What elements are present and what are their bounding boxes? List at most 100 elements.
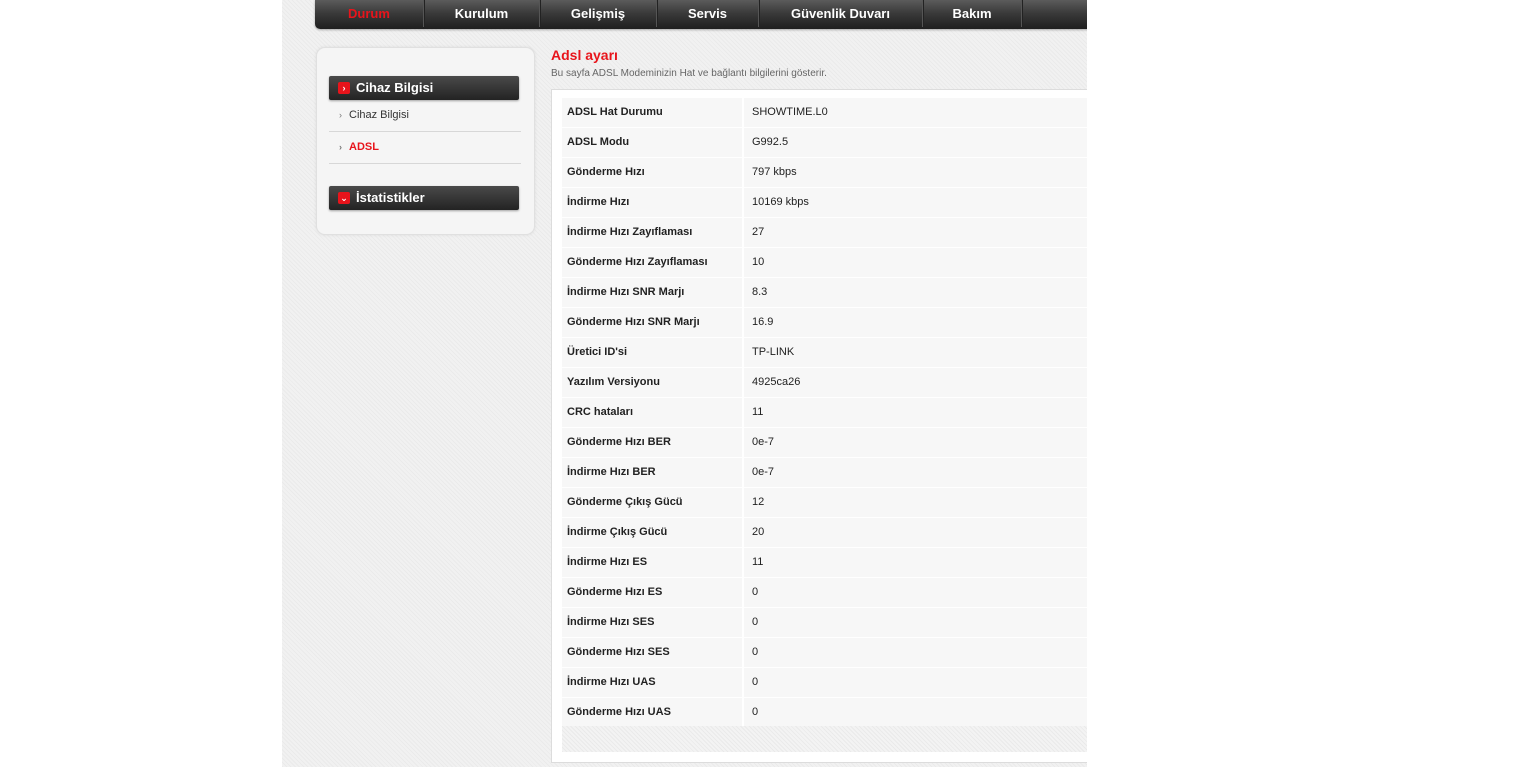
row-value: TP-LINK bbox=[752, 346, 795, 358]
sidebar-item-adsl[interactable]: › ADSL bbox=[329, 132, 521, 163]
row-label: Gönderme Hızı BER bbox=[567, 436, 671, 448]
row-label: Gönderme Hızı ES bbox=[567, 586, 663, 598]
column-divider bbox=[742, 398, 744, 427]
page-description: Bu sayfa ADSL Modeminizin Hat ve bağlant… bbox=[551, 68, 827, 79]
chevron-right-icon: › bbox=[338, 82, 350, 94]
column-divider bbox=[742, 98, 744, 127]
row-value: 12 bbox=[752, 496, 765, 508]
router-admin-frame: Durum Kurulum Gelişmiş Servis Güvenlik D… bbox=[282, 0, 1087, 767]
top-navigation: Durum Kurulum Gelişmiş Servis Güvenlik D… bbox=[315, 0, 1087, 29]
row-value: 10169 kbps bbox=[752, 196, 809, 208]
sidebar-item-label: ADSL bbox=[349, 141, 379, 153]
column-divider bbox=[742, 158, 744, 187]
table-row: ADSL Modu G992.5 bbox=[562, 128, 1087, 157]
row-label: ADSL Modu bbox=[567, 136, 630, 148]
row-value: 0 bbox=[752, 586, 759, 598]
row-label: Gönderme Hızı SNR Marjı bbox=[567, 316, 700, 328]
table-row: CRC hataları 11 bbox=[562, 398, 1087, 427]
column-divider bbox=[742, 368, 744, 397]
column-divider bbox=[742, 638, 744, 667]
sidebar-divider bbox=[329, 163, 521, 164]
column-divider bbox=[742, 188, 744, 217]
table-row: Üretici ID'si TP-LINK bbox=[562, 338, 1087, 367]
row-value: 27 bbox=[752, 226, 765, 238]
page-title: Adsl ayarı bbox=[551, 47, 618, 63]
column-divider bbox=[742, 128, 744, 157]
table-row: Gönderme Hızı SES 0 bbox=[562, 638, 1087, 667]
nav-tab-durum[interactable]: Durum bbox=[315, 0, 424, 27]
table-row: İndirme Hızı SES 0 bbox=[562, 608, 1087, 637]
column-divider bbox=[742, 308, 744, 337]
column-divider bbox=[742, 338, 744, 367]
bullet-icon: › bbox=[339, 142, 342, 152]
row-value: G992.5 bbox=[752, 136, 789, 148]
column-divider bbox=[742, 698, 744, 727]
row-value: 0 bbox=[752, 646, 759, 658]
row-label: Gönderme Hızı bbox=[567, 166, 645, 178]
sidebar-section-cihaz-bilgisi[interactable]: › Cihaz Bilgisi bbox=[329, 76, 519, 100]
column-divider bbox=[742, 218, 744, 247]
table-row: ADSL Hat Durumu SHOWTIME.L0 bbox=[562, 98, 1087, 127]
nav-tab-guvenlik-duvari[interactable]: Güvenlik Duvarı bbox=[759, 0, 923, 27]
row-label: İndirme Hızı UAS bbox=[567, 676, 656, 688]
table-row: İndirme Hızı 10169 kbps bbox=[562, 188, 1087, 217]
column-divider bbox=[742, 668, 744, 697]
row-value: 0e-7 bbox=[752, 436, 775, 448]
row-label: İndirme Hızı SNR Marjı bbox=[567, 286, 685, 298]
adsl-info-panel: ADSL Hat Durumu SHOWTIME.L0 ADSL Modu G992.… bbox=[551, 89, 1087, 763]
bullet-icon: › bbox=[339, 110, 342, 120]
table-row: İndirme Hızı SNR Marjı 8.3 bbox=[562, 278, 1087, 307]
table-row: Gönderme Hızı 797 kbps bbox=[562, 158, 1087, 187]
chevron-down-icon: ⌄ bbox=[338, 192, 350, 204]
table-row: Gönderme Hızı BER 0e-7 bbox=[562, 428, 1087, 457]
row-label: CRC hataları bbox=[567, 406, 634, 418]
row-label: ADSL Hat Durumu bbox=[567, 106, 663, 118]
table-row: İndirme Hızı BER 0e-7 bbox=[562, 458, 1087, 487]
row-value: 4925ca26 bbox=[752, 376, 801, 388]
table-row: Gönderme Hızı ES 0 bbox=[562, 578, 1087, 607]
table-row: İndirme Hızı UAS 0 bbox=[562, 668, 1087, 697]
row-label: İndirme Hızı bbox=[567, 196, 630, 208]
sidebar: › Cihaz Bilgisi › Cihaz Bilgisi › ADSL ⌄ İ… bbox=[316, 47, 535, 235]
table-row: Gönderme Hızı SNR Marjı 16.9 bbox=[562, 308, 1087, 337]
column-divider bbox=[742, 578, 744, 607]
sidebar-item-cihaz-bilgisi[interactable]: › Cihaz Bilgisi bbox=[329, 100, 521, 131]
column-divider bbox=[742, 278, 744, 307]
adsl-info-table: ADSL Hat Durumu SHOWTIME.L0 ADSL Modu G992.… bbox=[562, 98, 1087, 728]
column-divider bbox=[742, 548, 744, 577]
nav-tab-servis[interactable]: Servis bbox=[657, 0, 759, 27]
column-divider bbox=[742, 248, 744, 277]
table-row: Yazılım Versiyonu 4925ca26 bbox=[562, 368, 1087, 397]
column-divider bbox=[742, 458, 744, 487]
row-value: 16.9 bbox=[752, 316, 774, 328]
column-divider bbox=[742, 428, 744, 457]
nav-tab-gelismis[interactable]: Gelişmiş bbox=[540, 0, 657, 27]
sidebar-section-title: İstatistikler bbox=[356, 190, 425, 205]
nav-tab-bakim[interactable]: Bakım bbox=[923, 0, 1022, 27]
row-label: Yazılım Versiyonu bbox=[567, 376, 660, 388]
row-value: 0 bbox=[752, 616, 759, 628]
row-label: Gönderme Hızı UAS bbox=[567, 706, 671, 718]
row-value: 0e-7 bbox=[752, 466, 775, 478]
table-footer bbox=[562, 726, 1087, 752]
column-divider bbox=[742, 488, 744, 517]
column-divider bbox=[742, 608, 744, 637]
row-label: İndirme Hızı Zayıflaması bbox=[567, 226, 693, 238]
table-row: İndirme Çıkış Gücü 20 bbox=[562, 518, 1087, 547]
row-label: İndirme Hızı BER bbox=[567, 466, 656, 478]
sidebar-section-istatistikler[interactable]: ⌄ İstatistikler bbox=[329, 186, 519, 210]
row-value: 20 bbox=[752, 526, 765, 538]
row-value: 11 bbox=[752, 556, 764, 568]
row-label: İndirme Hızı SES bbox=[567, 616, 655, 628]
row-value: 8.3 bbox=[752, 286, 768, 298]
row-label: Üretici ID'si bbox=[567, 346, 628, 358]
nav-tab-kurulum[interactable]: Kurulum bbox=[424, 0, 540, 27]
sidebar-section-title: Cihaz Bilgisi bbox=[356, 80, 434, 95]
table-row: Gönderme Çıkış Gücü 12 bbox=[562, 488, 1087, 517]
row-value: 0 bbox=[752, 706, 759, 718]
row-label: İndirme Hızı ES bbox=[567, 556, 648, 568]
row-value: 10 bbox=[752, 256, 765, 268]
table-row: Gönderme Hızı Zayıflaması 10 bbox=[562, 248, 1087, 277]
table-row: İndirme Hızı Zayıflaması 27 bbox=[562, 218, 1087, 247]
row-label: Gönderme Hızı Zayıflaması bbox=[567, 256, 708, 268]
